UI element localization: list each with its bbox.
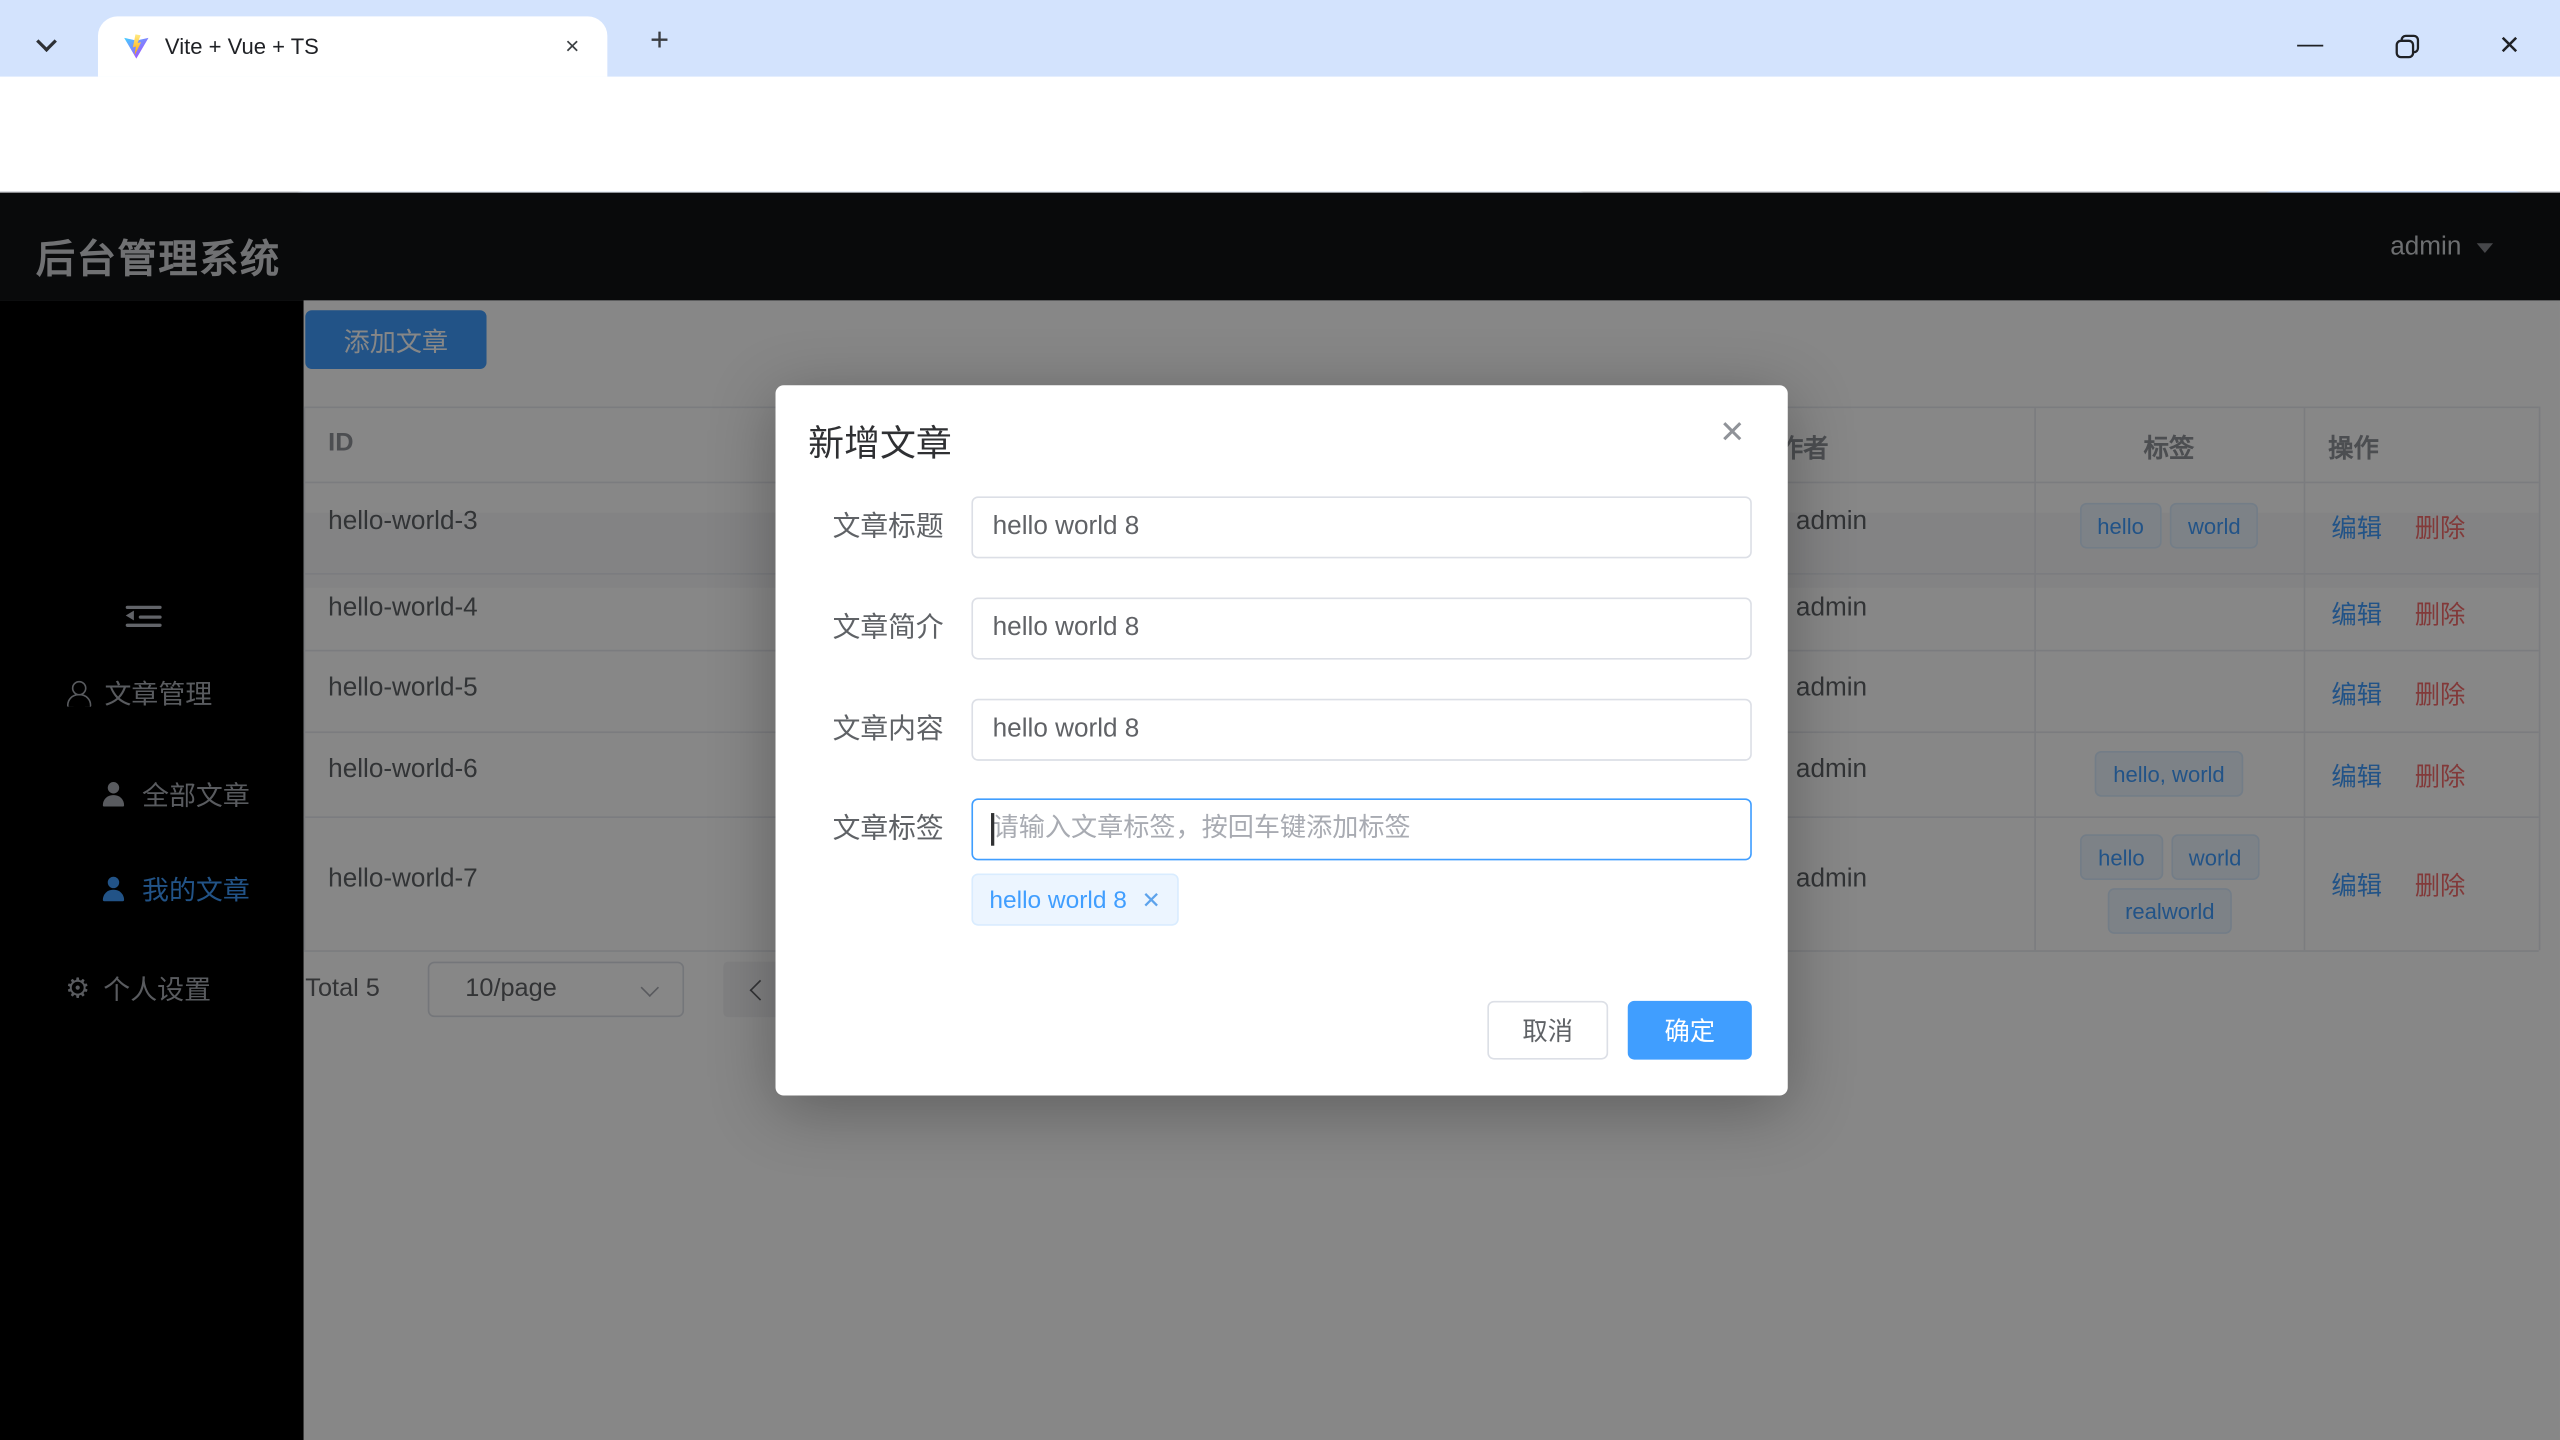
confirm-button[interactable]: 确定 (1628, 1001, 1752, 1060)
article-content-input[interactable] (971, 699, 1751, 761)
field-label: 文章内容 (776, 699, 944, 761)
field-label: 文章标签 (776, 798, 944, 860)
tab-close-icon[interactable]: × (557, 31, 588, 62)
window-minimize-button[interactable]: — (2292, 28, 2328, 64)
screen: Vite + Vue + TS × + — ✕ ← → ⟳ i localhos… (0, 0, 2560, 1440)
article-title-input[interactable] (971, 496, 1751, 558)
article-summary-input[interactable] (971, 598, 1751, 660)
form-row-summary: 文章简介 (776, 598, 1788, 660)
restore-icon (2394, 33, 2418, 57)
form-row-content: 文章内容 (776, 699, 1788, 761)
new-tab-button[interactable]: + (642, 23, 678, 59)
tab-title: Vite + Vue + TS (165, 34, 319, 58)
text-cursor (991, 813, 993, 846)
field-label: 文章标题 (776, 496, 944, 558)
browser-tab-strip: Vite + Vue + TS × + — ✕ (0, 0, 2560, 77)
browser-tab[interactable]: Vite + Vue + TS × (98, 16, 607, 76)
dialog-title: 新增文章 (808, 415, 952, 467)
cancel-button[interactable]: 取消 (1487, 1001, 1608, 1060)
chevron-down-icon (35, 30, 56, 51)
article-tags-input[interactable] (971, 798, 1751, 860)
field-label: 文章简介 (776, 598, 944, 660)
form-row-tags: 文章标签 (776, 798, 1788, 860)
window-restore-button[interactable] (2389, 28, 2425, 64)
browser-toolbar: ← → ⟳ i localhost:5173/#/article/me G 文 … (0, 77, 2560, 193)
vite-favicon-icon (122, 33, 150, 61)
window-close-button[interactable]: ✕ (2491, 28, 2527, 64)
dialog-close-icon[interactable]: ✕ (1719, 415, 1745, 453)
tab-search-chevron-button[interactable] (20, 21, 72, 60)
new-article-dialog: 新增文章 ✕ 文章标题 文章简介 文章内容 文章标签 hello world 8… (776, 385, 1788, 1095)
form-row-title: 文章标题 (776, 496, 1788, 558)
dialog-tag-chip: hello world 8 ✕ (971, 873, 1178, 925)
tag-remove-icon[interactable]: ✕ (1142, 886, 1161, 914)
